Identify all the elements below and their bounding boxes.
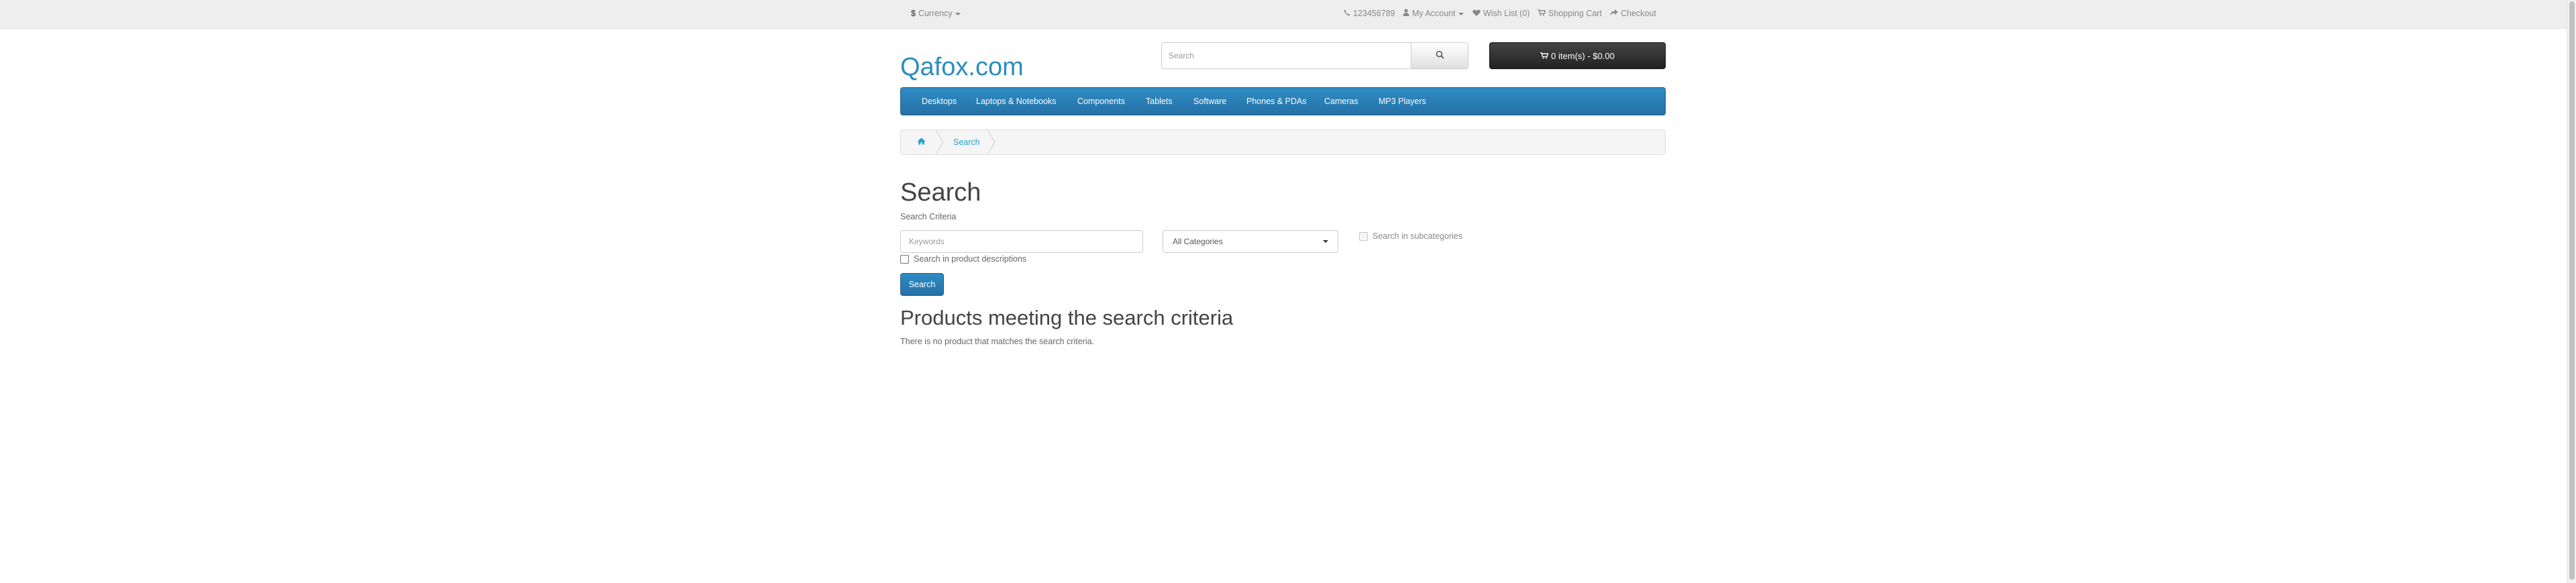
breadcrumb: Search [900, 129, 1666, 155]
descriptions-option: Search in product descriptions [900, 254, 1026, 264]
breadcrumb-search[interactable]: Search [953, 130, 980, 154]
chevron-down-icon [1323, 240, 1328, 243]
shopping-cart-link[interactable]: Shopping Cart [1538, 0, 1602, 27]
currency-label: Currency [918, 9, 953, 18]
search-icon [1436, 50, 1444, 61]
currency-symbol: $ [911, 9, 916, 18]
my-account-dropdown[interactable]: My Account [1403, 0, 1464, 27]
wish-list-label: Wish List (0) [1483, 9, 1530, 18]
cart-button[interactable]: 0 item(s) - $0.00 [1489, 42, 1666, 69]
vertical-scrollbar[interactable] [2567, 0, 2576, 583]
scrollbar-thumb[interactable] [2569, 1, 2575, 580]
currency-dropdown[interactable]: $ Currency [911, 0, 961, 27]
descriptions-label: Search in product descriptions [914, 254, 1027, 264]
share-icon [1610, 0, 1618, 27]
menu-item-laptops-notebooks[interactable]: Laptops & Notebooks [976, 88, 1057, 115]
descriptions-checkbox[interactable] [900, 254, 909, 264]
cart-icon [1540, 51, 1549, 61]
subcategories-option: Search in subcategories [1359, 231, 1462, 241]
menu-item-tablets[interactable]: Tablets [1146, 88, 1173, 115]
menu-item-phones-pdas[interactable]: Phones & PDAs [1246, 88, 1307, 115]
category-selected-value: All Categories [1173, 237, 1223, 246]
page-title: Search [900, 178, 981, 207]
keywords-input[interactable] [900, 230, 1143, 253]
checkout-label: Checkout [1621, 9, 1656, 18]
results-title: Products meeting the search criteria [900, 306, 1234, 329]
search-submit-button[interactable]: Search [900, 273, 944, 296]
shopping-cart-label: Shopping Cart [1548, 9, 1602, 18]
caret-down-icon [1458, 12, 1464, 15]
category-select[interactable]: All Categories [1163, 230, 1338, 253]
cart-button-label: 0 item(s) - $0.00 [1551, 50, 1615, 61]
user-icon [1403, 0, 1409, 27]
top-bar: $ Currency 123456789 My Account Wish List… [0, 0, 2567, 29]
phone-icon [1344, 0, 1350, 27]
menu-item-cameras[interactable]: Cameras [1324, 88, 1358, 115]
no-results-message: There is no product that matches the sea… [900, 337, 1095, 346]
menu-item-desktops[interactable]: Desktops [922, 88, 957, 115]
checkout-link[interactable]: Checkout [1610, 0, 1656, 27]
phone-link[interactable]: 123456789 [1344, 0, 1395, 27]
home-icon [917, 138, 926, 147]
header-search-input[interactable] [1161, 42, 1411, 69]
menu-item-mp3-players[interactable]: MP3 Players [1379, 88, 1426, 115]
menu-item-software[interactable]: Software [1193, 88, 1226, 115]
header-search-button[interactable] [1411, 42, 1468, 69]
page: $ Currency 123456789 My Account Wish List… [0, 0, 2567, 583]
heart-icon [1472, 0, 1481, 27]
cart-icon [1538, 0, 1546, 27]
phone-number: 123456789 [1353, 9, 1395, 18]
breadcrumb-separator [935, 129, 944, 155]
breadcrumb-home[interactable] [917, 130, 926, 154]
breadcrumb-separator [987, 129, 996, 155]
main-menu: Desktops Laptops & Notebooks Components … [900, 87, 1666, 115]
my-account-label: My Account [1412, 9, 1456, 18]
site-logo[interactable]: Qafox.com [900, 50, 1024, 85]
wish-list-link[interactable]: Wish List (0) [1472, 0, 1529, 27]
subcategories-checkbox[interactable] [1359, 231, 1368, 241]
subcategories-label: Search in subcategories [1373, 231, 1463, 241]
menu-item-components[interactable]: Components [1077, 88, 1125, 115]
caret-down-icon [955, 12, 961, 15]
search-criteria-label: Search Criteria [900, 212, 957, 221]
